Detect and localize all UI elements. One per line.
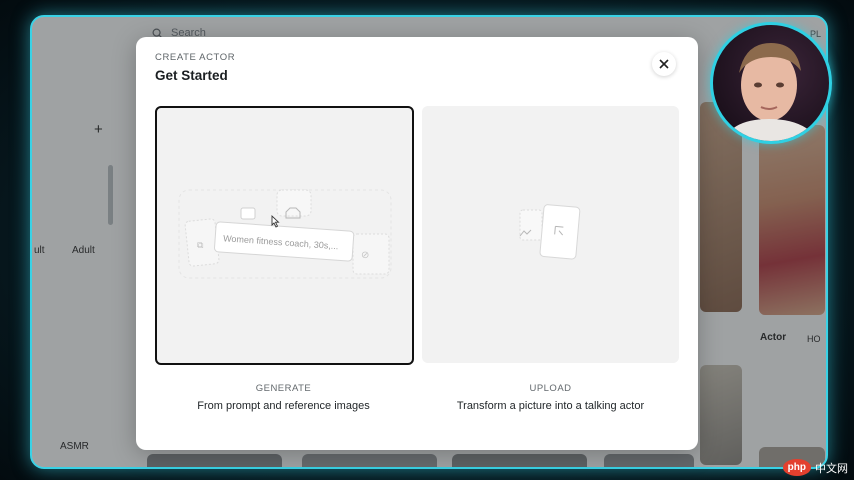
generate-description: From prompt and reference images bbox=[197, 400, 370, 412]
upload-label: UPLOAD bbox=[529, 383, 572, 394]
watermark-text: 中文网 bbox=[815, 462, 848, 475]
presenter-webcam-overlay bbox=[710, 22, 832, 144]
generate-illustration: Women fitness coach, 30s,... ⧉ ⊘ bbox=[178, 189, 392, 279]
svg-text:⧉: ⧉ bbox=[197, 241, 204, 251]
upload-option-card[interactable] bbox=[422, 106, 679, 363]
watermark: php 中文网 bbox=[782, 459, 848, 476]
generate-option-card[interactable]: Women fitness coach, 30s,... ⧉ ⊘ bbox=[155, 106, 414, 365]
generate-label: GENERATE bbox=[255, 383, 312, 394]
close-button[interactable] bbox=[652, 52, 676, 76]
create-actor-dialog: CREATE ACTOR Get Started Women fitness c… bbox=[136, 37, 698, 450]
upload-description: Transform a picture into a talking actor bbox=[456, 400, 645, 412]
close-icon bbox=[659, 59, 669, 69]
upload-illustration bbox=[519, 204, 581, 260]
dialog-eyebrow: CREATE ACTOR bbox=[155, 52, 236, 63]
watermark-logo: php bbox=[782, 459, 811, 476]
svg-text:⊘: ⊘ bbox=[361, 250, 369, 261]
presenter-image bbox=[723, 43, 819, 141]
dialog-title: Get Started bbox=[155, 68, 228, 83]
